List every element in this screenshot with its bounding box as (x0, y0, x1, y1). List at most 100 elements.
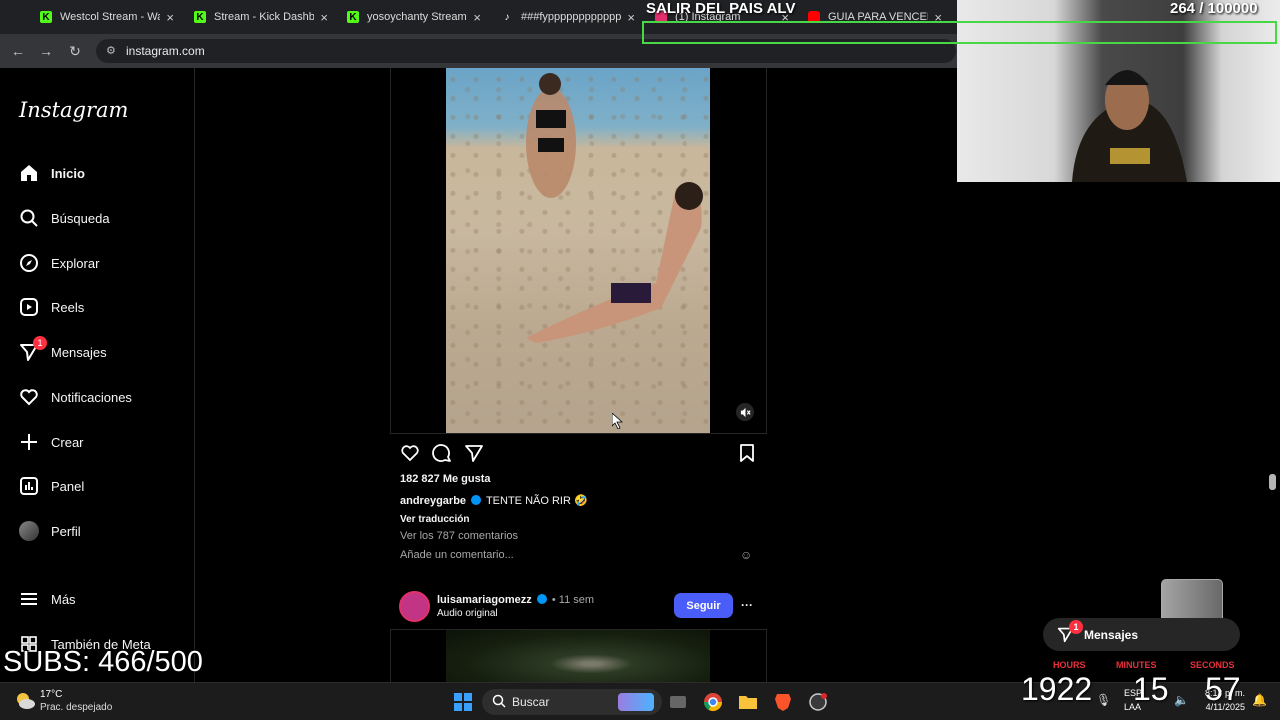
sidebar-item-busqueda[interactable]: Búsqueda (18, 205, 110, 231)
comment-icon[interactable] (432, 443, 452, 463)
next-post-username[interactable]: luisamariagomezz (437, 594, 532, 606)
sidebar-item-label: Crear (51, 434, 84, 450)
sidebar-item-label: Búsqueda (51, 210, 110, 226)
search-icon (492, 694, 506, 711)
likes-count[interactable]: 182 827 Me gusta (400, 473, 491, 485)
notifications-icon[interactable]: 🔔 (1252, 693, 1267, 707)
close-icon[interactable]: × (627, 10, 635, 25)
taskbar-search[interactable]: Buscar (482, 689, 662, 715)
tiktok-icon: ♪ (504, 11, 510, 23)
sidebar-item-label: Inicio (51, 165, 85, 181)
weather-temp[interactable]: 17°C (40, 689, 62, 700)
sidebar-item-mensajes[interactable]: 1 Mensajes (18, 336, 107, 365)
post-caption: andreygarbe TENTE NÃO RIR 🤣 (400, 494, 588, 507)
avatar[interactable] (399, 591, 430, 622)
follow-button[interactable]: Seguir (674, 593, 733, 618)
kick-icon: K (40, 11, 52, 23)
messenger-icon: 1 (18, 336, 47, 363)
mute-icon[interactable] (736, 403, 754, 421)
obs-icon[interactable] (806, 690, 830, 714)
site-settings-icon[interactable]: ⚙ (106, 44, 116, 57)
emoji-icon[interactable]: ☺ (740, 548, 752, 562)
caption-emoji: 🤣 (573, 495, 588, 507)
sidebar-item-reels[interactable]: Reels (18, 294, 84, 320)
instagram-sidebar: Instagram Inicio Búsqueda Explorar Reels… (0, 68, 195, 682)
browser-tab[interactable]: K Stream - Kick Dashboa × (194, 6, 328, 28)
audio-label[interactable]: Audio original (437, 608, 498, 619)
weather-icon[interactable] (14, 690, 36, 712)
notification-badge: 1 (1069, 620, 1083, 634)
taskbar-search-label: Buscar (512, 695, 550, 709)
stream-goal-title: SALIR DEL PAIS ALV (646, 0, 796, 17)
sidebar-item-crear[interactable]: Crear (18, 429, 84, 455)
goal-progress-box (642, 21, 1277, 44)
chrome-icon[interactable] (701, 690, 725, 714)
sidebar-item-label: Perfil (51, 523, 81, 539)
post-username[interactable]: andreygarbe (400, 495, 466, 507)
sidebar-item-panel[interactable]: Panel (18, 473, 84, 499)
sidebar-item-perfil[interactable]: Perfil (18, 518, 81, 544)
sidebar-item-label: Notificaciones (51, 389, 132, 405)
plus-icon (18, 431, 40, 453)
goal-counter: 264 / 100000 (1170, 0, 1258, 17)
reload-icon[interactable]: ↻ (66, 42, 84, 60)
kick-icon: K (347, 11, 359, 23)
notification-badge: 1 (33, 336, 47, 350)
comment-input[interactable]: Añade un comentario... (400, 549, 514, 561)
timer-seconds: 57 (1205, 671, 1241, 707)
close-icon[interactable]: × (166, 10, 174, 25)
back-icon[interactable]: ← (9, 42, 27, 60)
search-icon (18, 207, 40, 229)
dashboard-icon (18, 475, 40, 497)
browser-tab[interactable]: ♪ ###fypppppppppppppp × (501, 6, 636, 28)
messages-label: Mensajes (1084, 627, 1139, 642)
like-icon[interactable] (400, 443, 420, 463)
search-highlight-image (618, 693, 654, 711)
sidebar-item-label: Panel (51, 478, 85, 494)
sidebar-item-explorar[interactable]: Explorar (18, 250, 99, 276)
close-icon[interactable]: × (473, 10, 481, 25)
sidebar-item-inicio[interactable]: Inicio (18, 160, 85, 186)
messages-button[interactable]: 1 Mensajes (1043, 618, 1240, 651)
volume-icon[interactable]: 🔈 (1174, 693, 1189, 707)
forward-icon[interactable]: → (37, 42, 55, 60)
sidebar-item-label: Explorar (51, 255, 100, 271)
timer-hours: 1922 (1021, 671, 1093, 707)
browser-tab[interactable]: K yosoychanty Stream - × (347, 6, 481, 28)
task-view-icon[interactable] (666, 690, 690, 714)
heart-icon (18, 386, 40, 408)
translate-link[interactable]: Ver traducción (400, 514, 469, 525)
timer-hours-label: HOURS (1053, 660, 1086, 670)
tab-title: Westcol Stream - Wat (60, 11, 161, 23)
sidebar-item-mas[interactable]: Más (18, 586, 76, 612)
brave-icon[interactable] (771, 690, 795, 714)
home-icon (18, 162, 40, 184)
view-comments-link[interactable]: Ver los 787 comentarios (400, 530, 518, 542)
microphone-icon[interactable]: 🎙 (1096, 693, 1111, 707)
more-options-icon[interactable]: ··· (741, 598, 753, 612)
verified-icon (536, 594, 547, 604)
browser-tab[interactable]: K Westcol Stream - Wat × (40, 6, 174, 28)
sidebar-item-notificaciones[interactable]: Notificaciones (18, 384, 132, 410)
compass-icon (18, 252, 40, 274)
reels-icon (18, 296, 40, 318)
post-video[interactable] (446, 630, 710, 682)
next-post-header: luisamariagomezz • 11 sem (437, 594, 594, 606)
share-icon[interactable] (464, 443, 484, 463)
close-icon[interactable]: × (320, 10, 328, 25)
file-explorer-icon[interactable] (736, 690, 760, 714)
tab-title: yosoychanty Stream - (367, 11, 468, 23)
tab-title: ###fypppppppppppppp (521, 11, 622, 23)
subs-counter: SUBS: 466/500 (3, 646, 203, 678)
verified-icon (471, 495, 482, 505)
avatar (18, 520, 40, 542)
windows-start-icon[interactable] (451, 690, 475, 714)
weather-desc[interactable]: Prac. despejado (40, 702, 112, 713)
instagram-logo[interactable]: Instagram (19, 98, 128, 122)
post-video[interactable] (446, 68, 710, 433)
caption-text: TENTE NÃO RIR (485, 495, 571, 507)
kick-icon: K (194, 11, 206, 23)
timer-minutes: 15 (1133, 671, 1169, 707)
page-scrollbar[interactable] (1269, 474, 1276, 490)
bookmark-icon[interactable] (737, 443, 757, 463)
